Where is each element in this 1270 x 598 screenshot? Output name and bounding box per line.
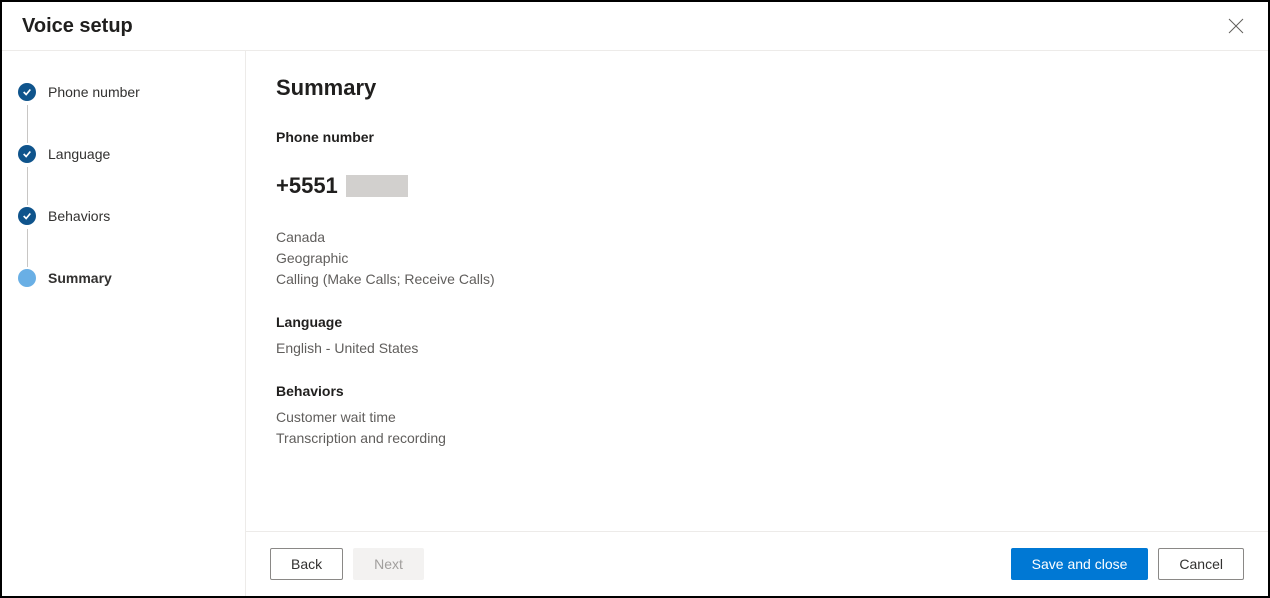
wizard-sidebar: Phone number Language Behaviors Summary xyxy=(2,51,246,596)
step-label: Behaviors xyxy=(48,208,110,224)
main-panel: Summary Phone number +5551 Canada Geogra… xyxy=(246,51,1268,596)
behavior-item: Customer wait time xyxy=(276,407,1238,428)
check-icon xyxy=(18,83,36,101)
back-button[interactable]: Back xyxy=(270,548,343,580)
close-button[interactable] xyxy=(1224,14,1248,38)
dialog-header: Voice setup xyxy=(2,2,1268,51)
check-icon xyxy=(18,207,36,225)
current-step-icon xyxy=(18,269,36,287)
step-summary[interactable]: Summary xyxy=(18,269,229,287)
behavior-item: Transcription and recording xyxy=(276,428,1238,449)
phone-number-redacted xyxy=(346,175,408,197)
behaviors-label: Behaviors xyxy=(276,383,1238,399)
footer-right: Save and close Cancel xyxy=(1011,548,1244,580)
content-area: Summary Phone number +5551 Canada Geogra… xyxy=(246,51,1268,531)
step-phone-number[interactable]: Phone number xyxy=(18,83,229,145)
next-button: Next xyxy=(353,548,424,580)
step-behaviors[interactable]: Behaviors xyxy=(18,207,229,269)
phone-country: Canada xyxy=(276,227,1238,248)
step-language[interactable]: Language xyxy=(18,145,229,207)
phone-number-value: +5551 xyxy=(276,173,338,199)
dialog-body: Phone number Language Behaviors Summary xyxy=(2,51,1268,596)
save-and-close-button[interactable]: Save and close xyxy=(1011,548,1149,580)
phone-number-row: +5551 xyxy=(276,173,1238,199)
language-label: Language xyxy=(276,314,1238,330)
phone-number-label: Phone number xyxy=(276,129,1238,145)
step-label: Phone number xyxy=(48,84,140,100)
step-label: Language xyxy=(48,146,110,162)
language-value: English - United States xyxy=(276,338,1238,359)
phone-capabilities: Calling (Make Calls; Receive Calls) xyxy=(276,269,1238,290)
language-section: Language English - United States xyxy=(276,314,1238,359)
footer-left: Back Next xyxy=(270,548,424,580)
step-label: Summary xyxy=(48,270,112,286)
cancel-button[interactable]: Cancel xyxy=(1158,548,1244,580)
dialog-footer: Back Next Save and close Cancel xyxy=(246,531,1268,596)
page-title: Summary xyxy=(276,75,1238,101)
close-icon xyxy=(1228,18,1244,34)
check-icon xyxy=(18,145,36,163)
dialog-title: Voice setup xyxy=(22,15,133,38)
behaviors-section: Behaviors Customer wait time Transcripti… xyxy=(276,383,1238,449)
phone-type: Geographic xyxy=(276,248,1238,269)
